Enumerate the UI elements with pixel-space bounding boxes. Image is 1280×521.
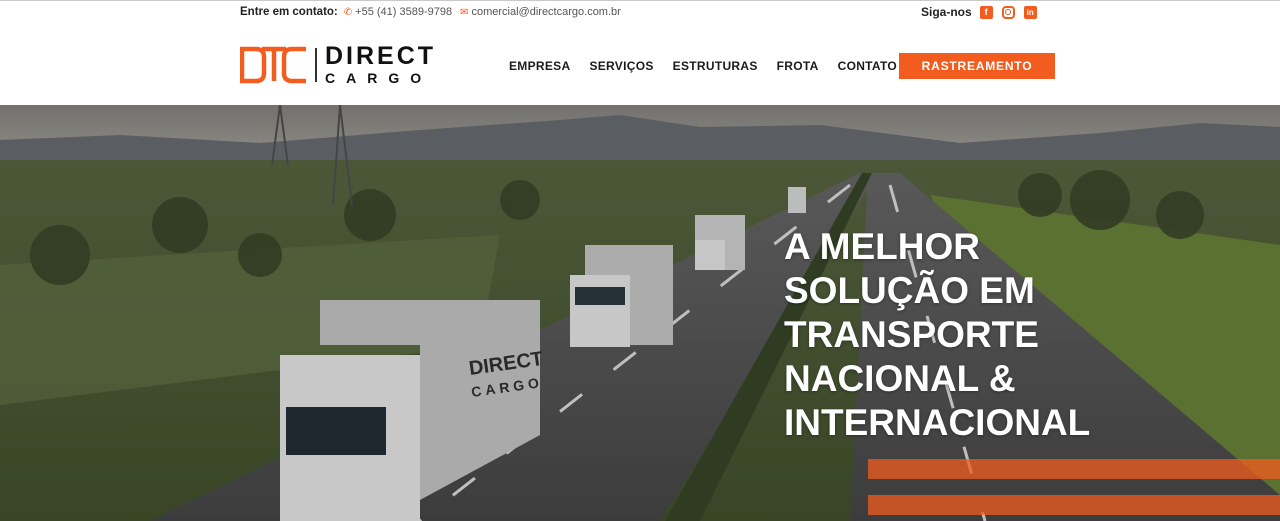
nav-item-contato[interactable]: CONTATO — [838, 59, 897, 73]
headline-line: NACIONAL & — [784, 358, 1016, 399]
contact-label: Entre em contato: — [240, 6, 338, 18]
nav-item-servicos[interactable]: SERVIÇOS — [589, 59, 653, 73]
email-link[interactable]: ✉ comercial@directcargo.com.br — [460, 6, 621, 18]
social-links: Siga-nos f in — [921, 5, 1046, 19]
logo[interactable]: DIRECT CARGO — [240, 44, 436, 85]
linkedin-icon[interactable]: in — [1023, 5, 1037, 19]
nav-item-frota[interactable]: FROTA — [777, 59, 819, 73]
hero-banner: DIRECT CARGO A MELHOR SOLUÇÃO EM TRANSPO… — [0, 105, 1280, 521]
main-nav: EMPRESA SERVIÇOS ESTRUTURAS FROTA CONTAT… — [509, 59, 916, 73]
contact-info: Entre em contato: ✆ +55 (41) 3589-9798 ✉… — [240, 6, 629, 18]
nav-item-estruturas[interactable]: ESTRUTURAS — [673, 59, 758, 73]
facebook-icon[interactable]: f — [979, 5, 993, 19]
logo-divider — [315, 47, 317, 82]
tracking-button[interactable]: RASTREAMENTO — [899, 53, 1055, 79]
accent-stripe — [868, 495, 1280, 515]
headline-line: INTERNACIONAL — [784, 402, 1091, 443]
social-label: Siga-nos — [921, 5, 972, 19]
headline-line: TRANSPORTE — [784, 314, 1039, 355]
phone-link[interactable]: ✆ +55 (41) 3589-9798 — [344, 6, 452, 18]
envelope-icon: ✉ — [460, 6, 469, 18]
headline-line: A MELHOR — [784, 226, 980, 267]
email-address: comercial@directcargo.com.br — [471, 6, 621, 18]
phone-number: +55 (41) 3589-9798 — [355, 6, 453, 18]
logo-wordmark: DIRECT CARGO — [325, 42, 437, 86]
instagram-icon[interactable] — [1001, 5, 1015, 19]
top-bar: Entre em contato: ✆ +55 (41) 3589-9798 ✉… — [0, 0, 1280, 24]
logo-line1: DIRECT — [325, 42, 437, 70]
accent-stripe — [868, 459, 1280, 479]
logo-line2: CARGO — [325, 70, 433, 86]
site-header: DIRECT CARGO EMPRESA SERVIÇOS ESTRUTURAS… — [0, 24, 1280, 105]
hero-headline: A MELHOR SOLUÇÃO EM TRANSPORTE NACIONAL … — [784, 225, 1264, 445]
headline-line: SOLUÇÃO EM — [784, 270, 1035, 311]
phone-icon: ✆ — [343, 6, 353, 18]
logo-mark-icon — [240, 46, 306, 83]
nav-item-empresa[interactable]: EMPRESA — [509, 59, 570, 73]
